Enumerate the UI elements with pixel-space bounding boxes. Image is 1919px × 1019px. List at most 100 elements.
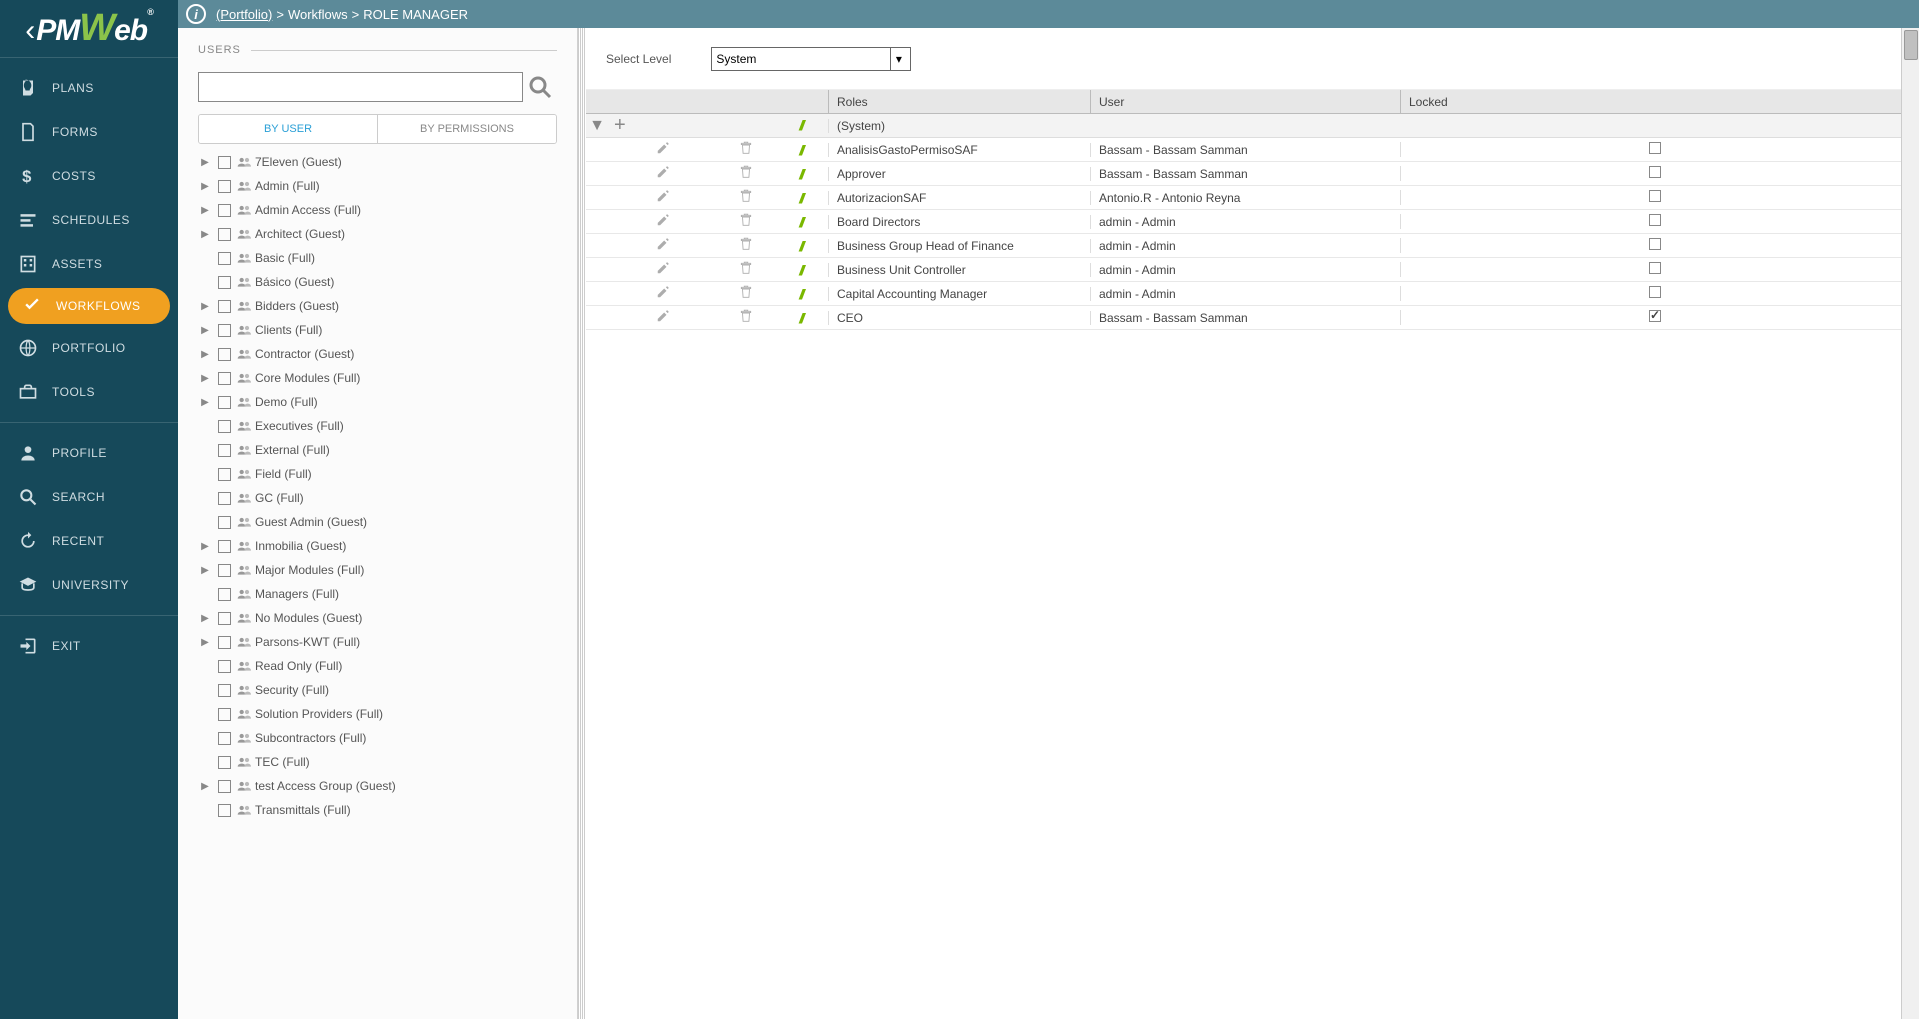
edit-icon[interactable] bbox=[656, 192, 670, 206]
nav-item-costs[interactable]: $COSTS bbox=[0, 154, 178, 198]
scrollbar[interactable] bbox=[1901, 28, 1919, 1019]
expand-caret-icon[interactable]: ▶ bbox=[198, 325, 212, 336]
user-label[interactable]: Solution Providers (Full) bbox=[255, 707, 383, 721]
user-label[interactable]: TEC (Full) bbox=[255, 755, 310, 769]
nav-item-schedules[interactable]: SCHEDULES bbox=[0, 198, 178, 242]
expand-caret-icon[interactable]: ▶ bbox=[198, 205, 212, 216]
user-checkbox[interactable] bbox=[218, 300, 231, 313]
locked-checkbox[interactable] bbox=[1649, 262, 1661, 274]
user-label[interactable]: Básico (Guest) bbox=[255, 275, 334, 289]
header-user[interactable]: User bbox=[1090, 90, 1400, 113]
user-checkbox[interactable] bbox=[218, 324, 231, 337]
user-label[interactable]: Basic (Full) bbox=[255, 251, 315, 265]
user-checkbox[interactable] bbox=[218, 444, 231, 457]
locked-checkbox[interactable] bbox=[1649, 238, 1661, 250]
nav-item-recent[interactable]: RECENT bbox=[0, 519, 178, 563]
user-checkbox[interactable] bbox=[218, 252, 231, 265]
nav-item-university[interactable]: UNIVERSITY bbox=[0, 563, 178, 607]
user-checkbox[interactable] bbox=[218, 228, 231, 241]
edit-icon[interactable] bbox=[656, 216, 670, 230]
expand-caret-icon[interactable]: ▶ bbox=[198, 613, 212, 624]
nav-item-search[interactable]: SEARCH bbox=[0, 475, 178, 519]
search-button[interactable] bbox=[523, 70, 557, 104]
edit-icon[interactable] bbox=[656, 144, 670, 158]
nav-item-profile[interactable]: PROFILE bbox=[0, 431, 178, 475]
edit-icon[interactable] bbox=[656, 312, 670, 326]
user-checkbox[interactable] bbox=[218, 588, 231, 601]
user-checkbox[interactable] bbox=[218, 276, 231, 289]
user-checkbox[interactable] bbox=[218, 708, 231, 721]
expand-caret-icon[interactable]: ▶ bbox=[198, 349, 212, 360]
nav-item-exit[interactable]: EXIT bbox=[0, 624, 178, 668]
delete-icon[interactable] bbox=[739, 168, 753, 182]
delete-icon[interactable] bbox=[739, 288, 753, 302]
nav-item-workflows[interactable]: WORKFLOWS bbox=[8, 288, 170, 324]
user-label[interactable]: Clients (Full) bbox=[255, 323, 322, 337]
expand-caret-icon[interactable]: ▶ bbox=[198, 397, 212, 408]
user-checkbox[interactable] bbox=[218, 492, 231, 505]
delete-icon[interactable] bbox=[739, 264, 753, 278]
collapse-caret-icon[interactable]: ▼ bbox=[586, 117, 608, 135]
user-checkbox[interactable] bbox=[218, 780, 231, 793]
user-label[interactable]: Security (Full) bbox=[255, 683, 329, 697]
nav-item-portfolio[interactable]: PORTFOLIO bbox=[0, 326, 178, 370]
user-label[interactable]: Demo (Full) bbox=[255, 395, 318, 409]
user-checkbox[interactable] bbox=[218, 516, 231, 529]
user-label[interactable]: Major Modules (Full) bbox=[255, 563, 364, 577]
locked-checkbox[interactable] bbox=[1649, 166, 1661, 178]
user-checkbox[interactable] bbox=[218, 468, 231, 481]
user-label[interactable]: Guest Admin (Guest) bbox=[255, 515, 367, 529]
tab-by-user[interactable]: BY USER bbox=[199, 115, 377, 143]
edit-icon[interactable] bbox=[656, 288, 670, 302]
user-checkbox[interactable] bbox=[218, 204, 231, 217]
expand-caret-icon[interactable]: ▶ bbox=[198, 637, 212, 648]
locked-checkbox[interactable] bbox=[1649, 214, 1661, 226]
user-label[interactable]: Subcontractors (Full) bbox=[255, 731, 366, 745]
header-locked[interactable]: Locked bbox=[1400, 90, 1901, 113]
permission-icon[interactable]: /// bbox=[799, 166, 802, 182]
user-checkbox[interactable] bbox=[218, 540, 231, 553]
locked-checkbox[interactable] bbox=[1649, 310, 1661, 322]
user-label[interactable]: GC (Full) bbox=[255, 491, 304, 505]
user-checkbox[interactable] bbox=[218, 156, 231, 169]
select-level-dropdown[interactable]: System ▾ bbox=[711, 47, 911, 71]
add-role-button[interactable]: + bbox=[614, 114, 626, 136]
user-label[interactable]: Bidders (Guest) bbox=[255, 299, 339, 313]
user-checkbox[interactable] bbox=[218, 564, 231, 577]
user-label[interactable]: Managers (Full) bbox=[255, 587, 339, 601]
tab-by-permissions[interactable]: BY PERMISSIONS bbox=[377, 115, 556, 143]
user-label[interactable]: test Access Group (Guest) bbox=[255, 779, 396, 793]
delete-icon[interactable] bbox=[739, 144, 753, 158]
expand-caret-icon[interactable]: ▶ bbox=[198, 541, 212, 552]
user-label[interactable]: Admin (Full) bbox=[255, 179, 320, 193]
permission-icon[interactable]: /// bbox=[799, 286, 802, 302]
delete-icon[interactable] bbox=[739, 240, 753, 254]
search-input[interactable] bbox=[198, 72, 523, 102]
permission-icon[interactable]: /// bbox=[799, 238, 802, 254]
edit-icon[interactable] bbox=[656, 264, 670, 278]
user-checkbox[interactable] bbox=[218, 636, 231, 649]
user-checkbox[interactable] bbox=[218, 180, 231, 193]
edit-icon[interactable] bbox=[656, 240, 670, 254]
user-label[interactable]: Transmittals (Full) bbox=[255, 803, 351, 817]
user-label[interactable]: Architect (Guest) bbox=[255, 227, 345, 241]
user-checkbox[interactable] bbox=[218, 612, 231, 625]
delete-icon[interactable] bbox=[739, 216, 753, 230]
locked-checkbox[interactable] bbox=[1649, 286, 1661, 298]
user-checkbox[interactable] bbox=[218, 372, 231, 385]
nav-item-tools[interactable]: TOOLS bbox=[0, 370, 178, 414]
user-label[interactable]: Read Only (Full) bbox=[255, 659, 342, 673]
user-checkbox[interactable] bbox=[218, 804, 231, 817]
expand-caret-icon[interactable]: ▶ bbox=[198, 565, 212, 576]
breadcrumb-portfolio-link[interactable]: (Portfolio) bbox=[216, 7, 272, 22]
info-icon[interactable]: i bbox=[186, 4, 206, 24]
user-label[interactable]: Field (Full) bbox=[255, 467, 312, 481]
locked-checkbox[interactable] bbox=[1649, 142, 1661, 154]
expand-caret-icon[interactable]: ▶ bbox=[198, 373, 212, 384]
permission-icon[interactable]: /// bbox=[799, 214, 802, 230]
user-label[interactable]: Contractor (Guest) bbox=[255, 347, 354, 361]
user-label[interactable]: Executives (Full) bbox=[255, 419, 344, 433]
expand-caret-icon[interactable]: ▶ bbox=[198, 301, 212, 312]
user-checkbox[interactable] bbox=[218, 396, 231, 409]
nav-item-plans[interactable]: PLANS bbox=[0, 66, 178, 110]
